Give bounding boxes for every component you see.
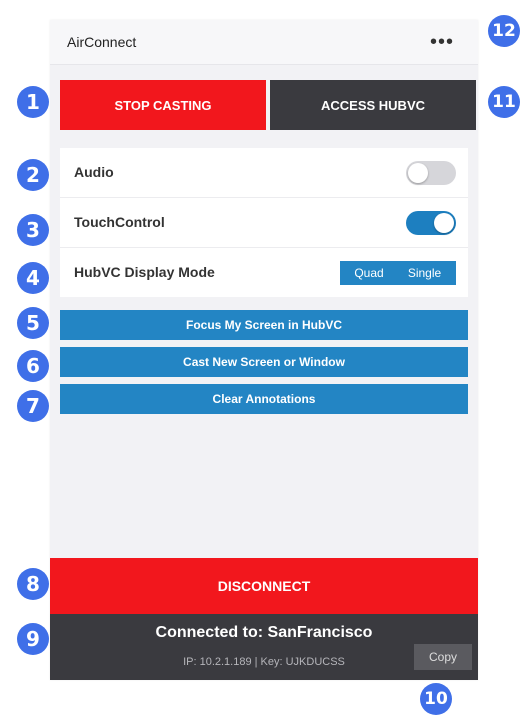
stop-casting-button[interactable]: STOP CASTING xyxy=(60,80,266,130)
cast-new-screen-button[interactable]: Cast New Screen or Window xyxy=(60,347,468,377)
callout-badge-11: 11 xyxy=(488,86,520,118)
callout-badge-5: 5 xyxy=(17,307,49,339)
settings-list: Audio TouchControl HubVC Display Mode Qu… xyxy=(60,148,468,297)
single-mode-button[interactable]: Single xyxy=(393,261,456,285)
audio-toggle[interactable] xyxy=(406,161,456,185)
callout-badge-8: 8 xyxy=(17,568,49,600)
touch-control-row: TouchControl xyxy=(60,198,468,248)
touch-control-label: TouchControl xyxy=(74,214,165,230)
toggle-knob xyxy=(434,213,454,233)
connection-status-bar: Connected to: SanFrancisco IP: 10.2.1.18… xyxy=(50,614,478,680)
callout-badge-6: 6 xyxy=(17,350,49,382)
focus-my-screen-button[interactable]: Focus My Screen in HubVC xyxy=(60,310,468,340)
callout-badge-9: 9 xyxy=(17,623,49,655)
callout-badge-12: 12 xyxy=(488,15,520,47)
callout-badge-3: 3 xyxy=(17,214,49,246)
audio-label: Audio xyxy=(74,164,114,180)
copy-button[interactable]: Copy xyxy=(414,644,472,670)
audio-row: Audio xyxy=(60,148,468,198)
toggle-knob xyxy=(408,163,428,183)
display-mode-row: HubVC Display Mode Quad Single xyxy=(60,248,468,297)
callout-badge-2: 2 xyxy=(17,159,49,191)
touch-control-toggle[interactable] xyxy=(406,211,456,235)
access-hubvc-button[interactable]: ACCESS HUBVC xyxy=(270,80,476,130)
callout-badge-1: 1 xyxy=(17,86,49,118)
callout-badge-4: 4 xyxy=(17,262,49,294)
more-dots-icon[interactable]: ••• xyxy=(430,32,454,52)
disconnect-button[interactable]: DISCONNECT xyxy=(50,558,478,614)
clear-annotations-button[interactable]: Clear Annotations xyxy=(60,384,468,414)
airconnect-panel: AirConnect ••• STOP CASTING ACCESS HUBVC… xyxy=(50,20,478,680)
title-bar: AirConnect ••• xyxy=(50,20,478,65)
callout-badge-10: 10 xyxy=(420,683,452,715)
connected-to-text: Connected to: SanFrancisco xyxy=(155,624,373,641)
callout-badge-7: 7 xyxy=(17,390,49,422)
display-mode-label: HubVC Display Mode xyxy=(74,264,215,280)
app-title: AirConnect xyxy=(67,34,137,50)
quad-mode-button[interactable]: Quad xyxy=(340,261,398,285)
